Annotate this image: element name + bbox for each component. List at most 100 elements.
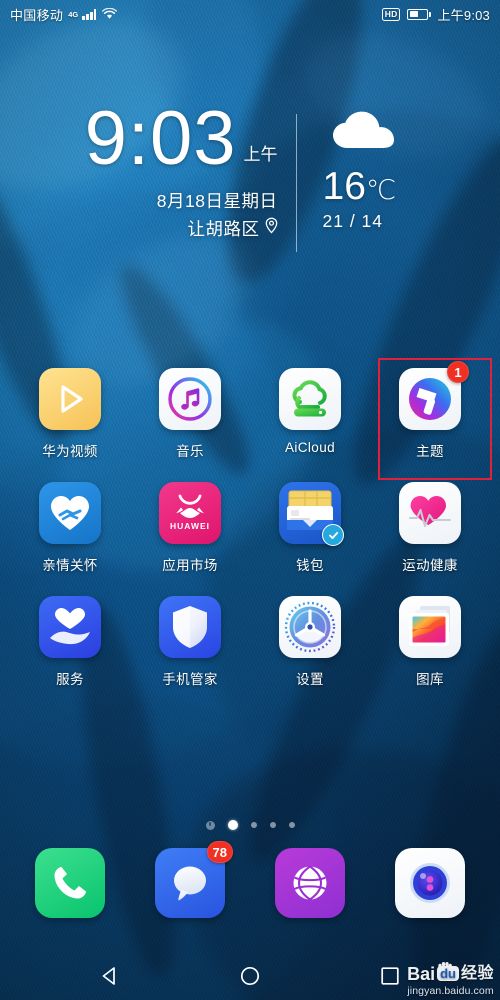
huawei-appgallery-icon: HUAWEI	[159, 482, 221, 544]
app-label: 华为视频	[42, 444, 98, 459]
app-row: 服务 手机管家 设置 图库	[0, 596, 500, 688]
icon-wrap	[159, 596, 221, 658]
page-dot[interactable]	[250, 822, 257, 828]
app-icon-huawei-video[interactable]: 华为视频	[21, 368, 119, 460]
network-type-label: 4G	[68, 9, 79, 19]
camera-icon	[395, 848, 465, 918]
app-icon-settings[interactable]: 设置	[261, 596, 359, 688]
status-bar-clock: 上午9:03	[437, 7, 490, 23]
services-icon	[39, 596, 101, 658]
app-icon-services[interactable]: 服务	[21, 596, 119, 688]
icon-wrap	[39, 482, 101, 544]
status-bar-left: 中国移动 4G	[10, 5, 118, 24]
dock-item-browser[interactable]	[261, 848, 359, 918]
baidu-jingyan-watermark: Bai du 经验 jingyan.baidu.com	[407, 962, 494, 997]
weather-high-low: 21 / 14	[322, 211, 384, 231]
page-dot-negative-screen[interactable]	[205, 820, 215, 830]
app-label: 图库	[416, 672, 444, 687]
app-icon-family-care[interactable]: 亲情关怀	[21, 482, 119, 574]
status-bar-right: HD 上午9:03	[381, 5, 490, 24]
watermark-jingyan: 经验	[460, 964, 494, 982]
status-badge: 1	[447, 361, 469, 383]
svg-text:HUAWEI: HUAWEI	[170, 521, 210, 531]
carrier-label: 中国移动	[10, 7, 64, 23]
page-dot[interactable]	[288, 822, 295, 828]
watermark-brand-row: Bai du 经验	[407, 962, 494, 984]
clock-widget[interactable]: 9:03 上午 8月18日星期日 让胡路区	[34, 96, 296, 241]
phone-icon	[35, 848, 105, 918]
dock-item-phone[interactable]	[21, 848, 119, 918]
dock-item-messages[interactable]: 78	[141, 841, 239, 918]
icon-wrap	[279, 368, 341, 430]
family-care-icon	[39, 482, 101, 544]
verified-badge-icon	[322, 524, 344, 546]
app-label: 钱包	[296, 558, 324, 573]
icon-wrap: 1	[399, 361, 469, 430]
app-icon-themes[interactable]: 1 主题	[381, 361, 479, 460]
battery-icon	[407, 8, 432, 20]
app-grid: 华为视频 音乐 AiCloud 1 主题 亲情关怀 HUAWEI 应用市场 钱包…	[0, 361, 500, 688]
icon-wrap	[395, 848, 465, 918]
app-icon-music[interactable]: 音乐	[141, 368, 239, 460]
clock-weather-widget[interactable]: 9:03 上午 8月18日星期日 让胡路区 16℃ 21 / 14	[0, 96, 500, 252]
hd-icon: HD	[381, 7, 401, 21]
health-icon	[399, 482, 461, 544]
icon-wrap	[39, 368, 101, 430]
cloud-icon	[331, 110, 397, 157]
app-label: 设置	[296, 672, 324, 687]
icon-wrap	[275, 848, 345, 918]
icon-wrap	[279, 596, 341, 658]
icon-wrap	[35, 848, 105, 918]
weather-degree-unit: ℃	[365, 175, 397, 205]
wifi-icon	[102, 7, 118, 20]
app-row: 华为视频 音乐 AiCloud 1 主题	[0, 361, 500, 460]
gallery-icon	[399, 596, 461, 658]
app-icon-appgallery[interactable]: HUAWEI 应用市场	[141, 482, 239, 574]
icon-wrap	[399, 596, 461, 658]
icon-wrap: HUAWEI	[159, 482, 221, 544]
status-badge: 78	[206, 841, 233, 863]
app-icon-health[interactable]: 运动健康	[381, 482, 479, 574]
watermark-url: jingyan.baidu.com	[407, 984, 494, 997]
huawei-video-icon	[39, 368, 101, 430]
icon-wrap	[399, 482, 461, 544]
page-dot[interactable]	[269, 822, 276, 828]
clock-date: 8月18日星期日	[156, 190, 278, 211]
home-circle-icon[interactable]	[223, 952, 277, 1000]
app-label: 主题	[416, 444, 444, 459]
page-indicator[interactable]	[0, 820, 500, 830]
watermark-bai: Bai	[407, 963, 436, 984]
signal-bars-icon	[82, 9, 97, 20]
app-label: 音乐	[176, 444, 204, 459]
app-icon-aicloud[interactable]: AiCloud	[261, 368, 359, 460]
clock-ampm: 上午	[243, 144, 278, 164]
app-icon-wallet[interactable]: 钱包	[261, 482, 359, 574]
phone-manager-icon	[159, 596, 221, 658]
status-bar[interactable]: 中国移动 4G HD 上午9:03	[0, 0, 500, 28]
clock-time: 9:03	[84, 96, 237, 181]
app-icon-phone-manager[interactable]: 手机管家	[141, 596, 239, 688]
clock-time-row: 9:03 上午	[34, 96, 278, 181]
app-row: 亲情关怀 HUAWEI 应用市场 钱包 运动健康	[0, 482, 500, 574]
settings-icon	[279, 596, 341, 658]
dock: 78	[0, 841, 500, 918]
paw-print-icon	[437, 959, 453, 972]
app-label: 应用市场	[162, 558, 218, 573]
app-label: 服务	[56, 672, 84, 687]
clock-location-row: 让胡路区	[34, 216, 278, 241]
app-label: 运动健康	[402, 558, 458, 573]
weather-widget[interactable]: 16℃ 21 / 14	[297, 104, 467, 232]
icon-wrap	[279, 482, 344, 546]
app-label: 亲情关怀	[42, 558, 98, 573]
page-dot-active[interactable]	[227, 820, 238, 830]
dock-item-camera[interactable]	[381, 848, 479, 918]
weather-temperature: 16	[322, 165, 366, 208]
aicloud-icon	[279, 368, 341, 430]
app-icon-gallery[interactable]: 图库	[381, 596, 479, 688]
app-label: 手机管家	[162, 672, 218, 687]
icon-wrap	[159, 368, 221, 430]
music-icon	[159, 368, 221, 430]
browser-icon	[275, 848, 345, 918]
back-triangle-icon[interactable]	[83, 952, 137, 1000]
app-label: AiCloud	[284, 440, 336, 455]
